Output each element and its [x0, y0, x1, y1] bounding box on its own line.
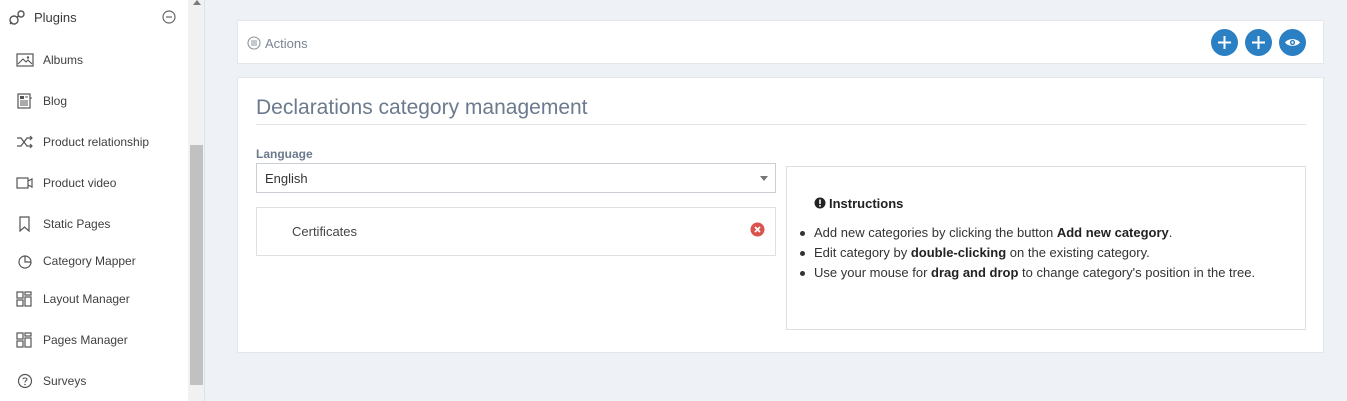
bookmark-icon [19, 216, 30, 232]
sidebar-item-label: Blog [43, 94, 68, 108]
sidebar-item-label: Product relationship [43, 135, 150, 149]
sidebar-header-label: Plugins [34, 10, 77, 25]
plus-icon [1252, 36, 1265, 49]
title-divider [256, 124, 1306, 125]
add-button[interactable] [1211, 29, 1238, 56]
sidebar-item-albums[interactable]: Albums [0, 45, 188, 75]
sidebar-item-label: Surveys [43, 374, 87, 388]
actions-panel: Actions [237, 20, 1324, 64]
layout-icon [16, 291, 32, 307]
blog-icon [17, 93, 32, 109]
shuffle-icon [17, 135, 33, 149]
sidebar-item-layout-manager[interactable]: Layout Manager [0, 284, 188, 314]
exclamation-circle-icon [814, 197, 826, 209]
plus-icon [1218, 36, 1231, 49]
sidebar-item-surveys[interactable]: Surveys [0, 366, 188, 396]
sidebar-item-label: Product video [43, 176, 117, 190]
language-selected-value: English [265, 171, 308, 186]
sidebar-item-label: Static Pages [43, 217, 111, 231]
layout-icon [16, 332, 32, 348]
sidebar-item-label: Pages Manager [43, 333, 128, 347]
sidebar-item-label: Layout Manager [43, 292, 130, 306]
instruction-item: Use your mouse for drag and drop to chan… [800, 263, 1284, 283]
language-label: Language [256, 147, 313, 161]
sidebar-item-label: Category Mapper [43, 254, 136, 268]
instructions-list: Add new categories by clicking the butto… [800, 223, 1284, 283]
list-circle-icon [247, 36, 261, 50]
dropdown-arrow-icon [760, 176, 768, 181]
minus-circle-icon[interactable] [162, 10, 176, 24]
video-icon [16, 177, 33, 189]
eye-icon [1285, 39, 1300, 46]
plugins-icon [9, 10, 25, 25]
sidebar-item-blog[interactable]: Blog [0, 86, 188, 116]
sidebar-item-label: Albums [43, 53, 84, 67]
pie-chart-icon [18, 255, 32, 269]
sidebar-item-pages-manager[interactable]: Pages Manager [0, 325, 188, 355]
sidebar-item-category-mapper[interactable]: Category Mapper [0, 246, 188, 276]
instructions-box: Instructions Add new categories by click… [786, 166, 1306, 330]
instruction-item: Add new categories by clicking the butto… [800, 223, 1284, 243]
sidebar-header-plugins[interactable]: Plugins [0, 0, 188, 36]
delete-icon[interactable] [750, 222, 765, 237]
sidebar: Plugins Albums Blog Product relationship… [0, 0, 188, 401]
sidebar-item-product-video[interactable]: Product video [0, 168, 188, 198]
image-icon [16, 53, 34, 67]
scroll-up-arrow-icon[interactable] [193, 0, 201, 5]
add-category-button[interactable] [1245, 29, 1272, 56]
preview-button[interactable] [1279, 29, 1306, 56]
actions-label: Actions [265, 36, 308, 51]
instructions-title: Instructions [829, 196, 904, 211]
sidebar-item-static-pages[interactable]: Static Pages [0, 209, 188, 239]
category-tree: Certificates [256, 207, 776, 256]
tree-item-certificates[interactable]: Certificates [292, 224, 357, 239]
language-select[interactable]: English [256, 163, 776, 193]
sidebar-scrollbar[interactable] [188, 0, 205, 401]
category-management-panel: Declarations category management Languag… [237, 77, 1324, 353]
question-circle-icon [17, 373, 33, 389]
sidebar-item-product-relationship[interactable]: Product relationship [0, 127, 188, 157]
scrollbar-thumb[interactable] [190, 145, 203, 385]
instruction-item: Edit category by double-clicking on the … [800, 243, 1284, 263]
page-title: Declarations category management [256, 96, 588, 119]
